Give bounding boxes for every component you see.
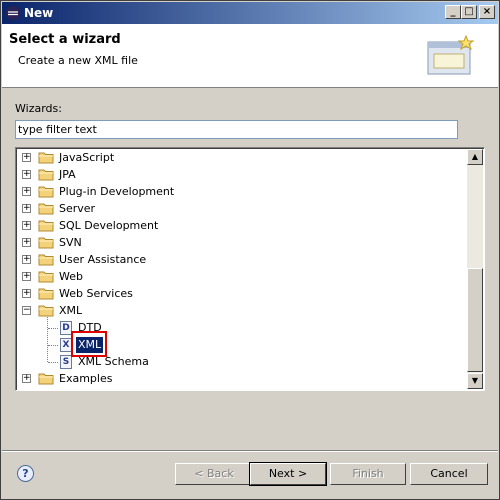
tree-connector-line [48, 328, 58, 329]
folder-icon [38, 185, 54, 198]
tree-item-label: SVN [59, 236, 82, 249]
expand-icon[interactable]: + [22, 255, 31, 264]
tree-item-label: JPA [59, 168, 76, 181]
wizard-banner-icon [427, 34, 475, 75]
tree-item-label: User Assistance [59, 253, 147, 266]
next-button[interactable]: Next > [249, 462, 327, 486]
folder-icon [38, 151, 54, 164]
expand-icon[interactable]: + [22, 289, 31, 298]
tree-folder-item[interactable]: − XML [16, 303, 468, 319]
expand-icon[interactable]: + [22, 170, 31, 179]
wizard-tree[interactable]: + JavaScript + JPA + Plug-in Development + Serv… [15, 147, 485, 391]
folder-icon [38, 202, 54, 215]
title-bar[interactable]: New _ □ × [2, 2, 498, 24]
expand-icon[interactable]: + [22, 187, 31, 196]
wizards-label: Wizards: [15, 102, 62, 115]
scroll-down-button[interactable]: ▼ [467, 373, 483, 389]
tree-item-label: Examples [59, 372, 113, 385]
folder-icon [38, 372, 54, 385]
folder-icon [38, 253, 54, 266]
tree-folder-item[interactable]: + Examples [16, 371, 468, 387]
page-description: Create a new XML file [18, 54, 138, 67]
tree-item-label: Web [59, 270, 83, 283]
tree-item-label: Web Services [59, 287, 133, 300]
selection-highlight-box [71, 331, 107, 357]
folder-icon [38, 219, 54, 232]
open-folder-icon [38, 304, 54, 317]
tree-folder-item[interactable]: + Web Services [16, 286, 468, 302]
wizard-header: Select a wizard Create a new XML file [2, 24, 498, 88]
scroll-thumb[interactable] [467, 268, 483, 372]
tree-item-label: SQL Development [59, 219, 159, 232]
tree-folder-item[interactable]: + Plug-in Development [16, 184, 468, 200]
tree-item-label: Plug-in Development [59, 185, 175, 198]
back-button[interactable]: < Back [175, 463, 253, 485]
collapse-icon[interactable]: − [22, 306, 31, 315]
cancel-button[interactable]: Cancel [410, 463, 488, 485]
minimize-button[interactable]: _ [445, 5, 461, 19]
tree-folder-item[interactable]: + JavaScript [16, 150, 468, 166]
folder-icon [38, 236, 54, 249]
expand-icon[interactable]: + [22, 221, 31, 230]
tree-connector-line [47, 317, 48, 362]
expand-icon[interactable]: + [22, 272, 31, 281]
tree-item-label: XML [59, 304, 83, 317]
expand-icon[interactable]: + [22, 204, 31, 213]
tree-item-label: JavaScript [59, 151, 115, 164]
new-wizard-dialog: New _ □ × Select a wizard Create a new X… [0, 0, 500, 500]
page-title: Select a wizard [9, 32, 121, 47]
tree-connector-line [48, 362, 58, 363]
tree-folder-item[interactable]: + User Assistance [16, 252, 468, 268]
close-button[interactable]: × [479, 5, 495, 19]
tree-folder-item[interactable]: + JPA [16, 167, 468, 183]
folder-icon [38, 287, 54, 300]
tree-folder-item[interactable]: + SQL Development [16, 218, 468, 234]
file-type-icon: S [60, 355, 72, 369]
tree-connector-line [48, 345, 58, 346]
help-icon[interactable]: ? [17, 465, 34, 482]
filter-input[interactable] [15, 120, 458, 139]
expand-icon[interactable]: + [22, 238, 31, 247]
tree-folder-item[interactable]: + Server [16, 201, 468, 217]
tree-scrollbar[interactable]: ▲ ▼ [467, 149, 483, 389]
finish-button[interactable]: Finish [330, 463, 406, 485]
folder-icon [38, 270, 54, 283]
expand-icon[interactable]: + [22, 374, 31, 383]
tree-item-label: Server [59, 202, 96, 215]
expand-icon[interactable]: + [22, 153, 31, 162]
eclipse-icon [6, 6, 20, 20]
tree-folder-item[interactable]: + SVN [16, 235, 468, 251]
window-title: New [24, 6, 54, 20]
scroll-up-button[interactable]: ▲ [467, 149, 483, 165]
tree-folder-item[interactable]: + Web [16, 269, 468, 285]
button-bar-separator [2, 450, 498, 452]
maximize-button[interactable]: □ [461, 5, 477, 19]
folder-icon [38, 168, 54, 181]
